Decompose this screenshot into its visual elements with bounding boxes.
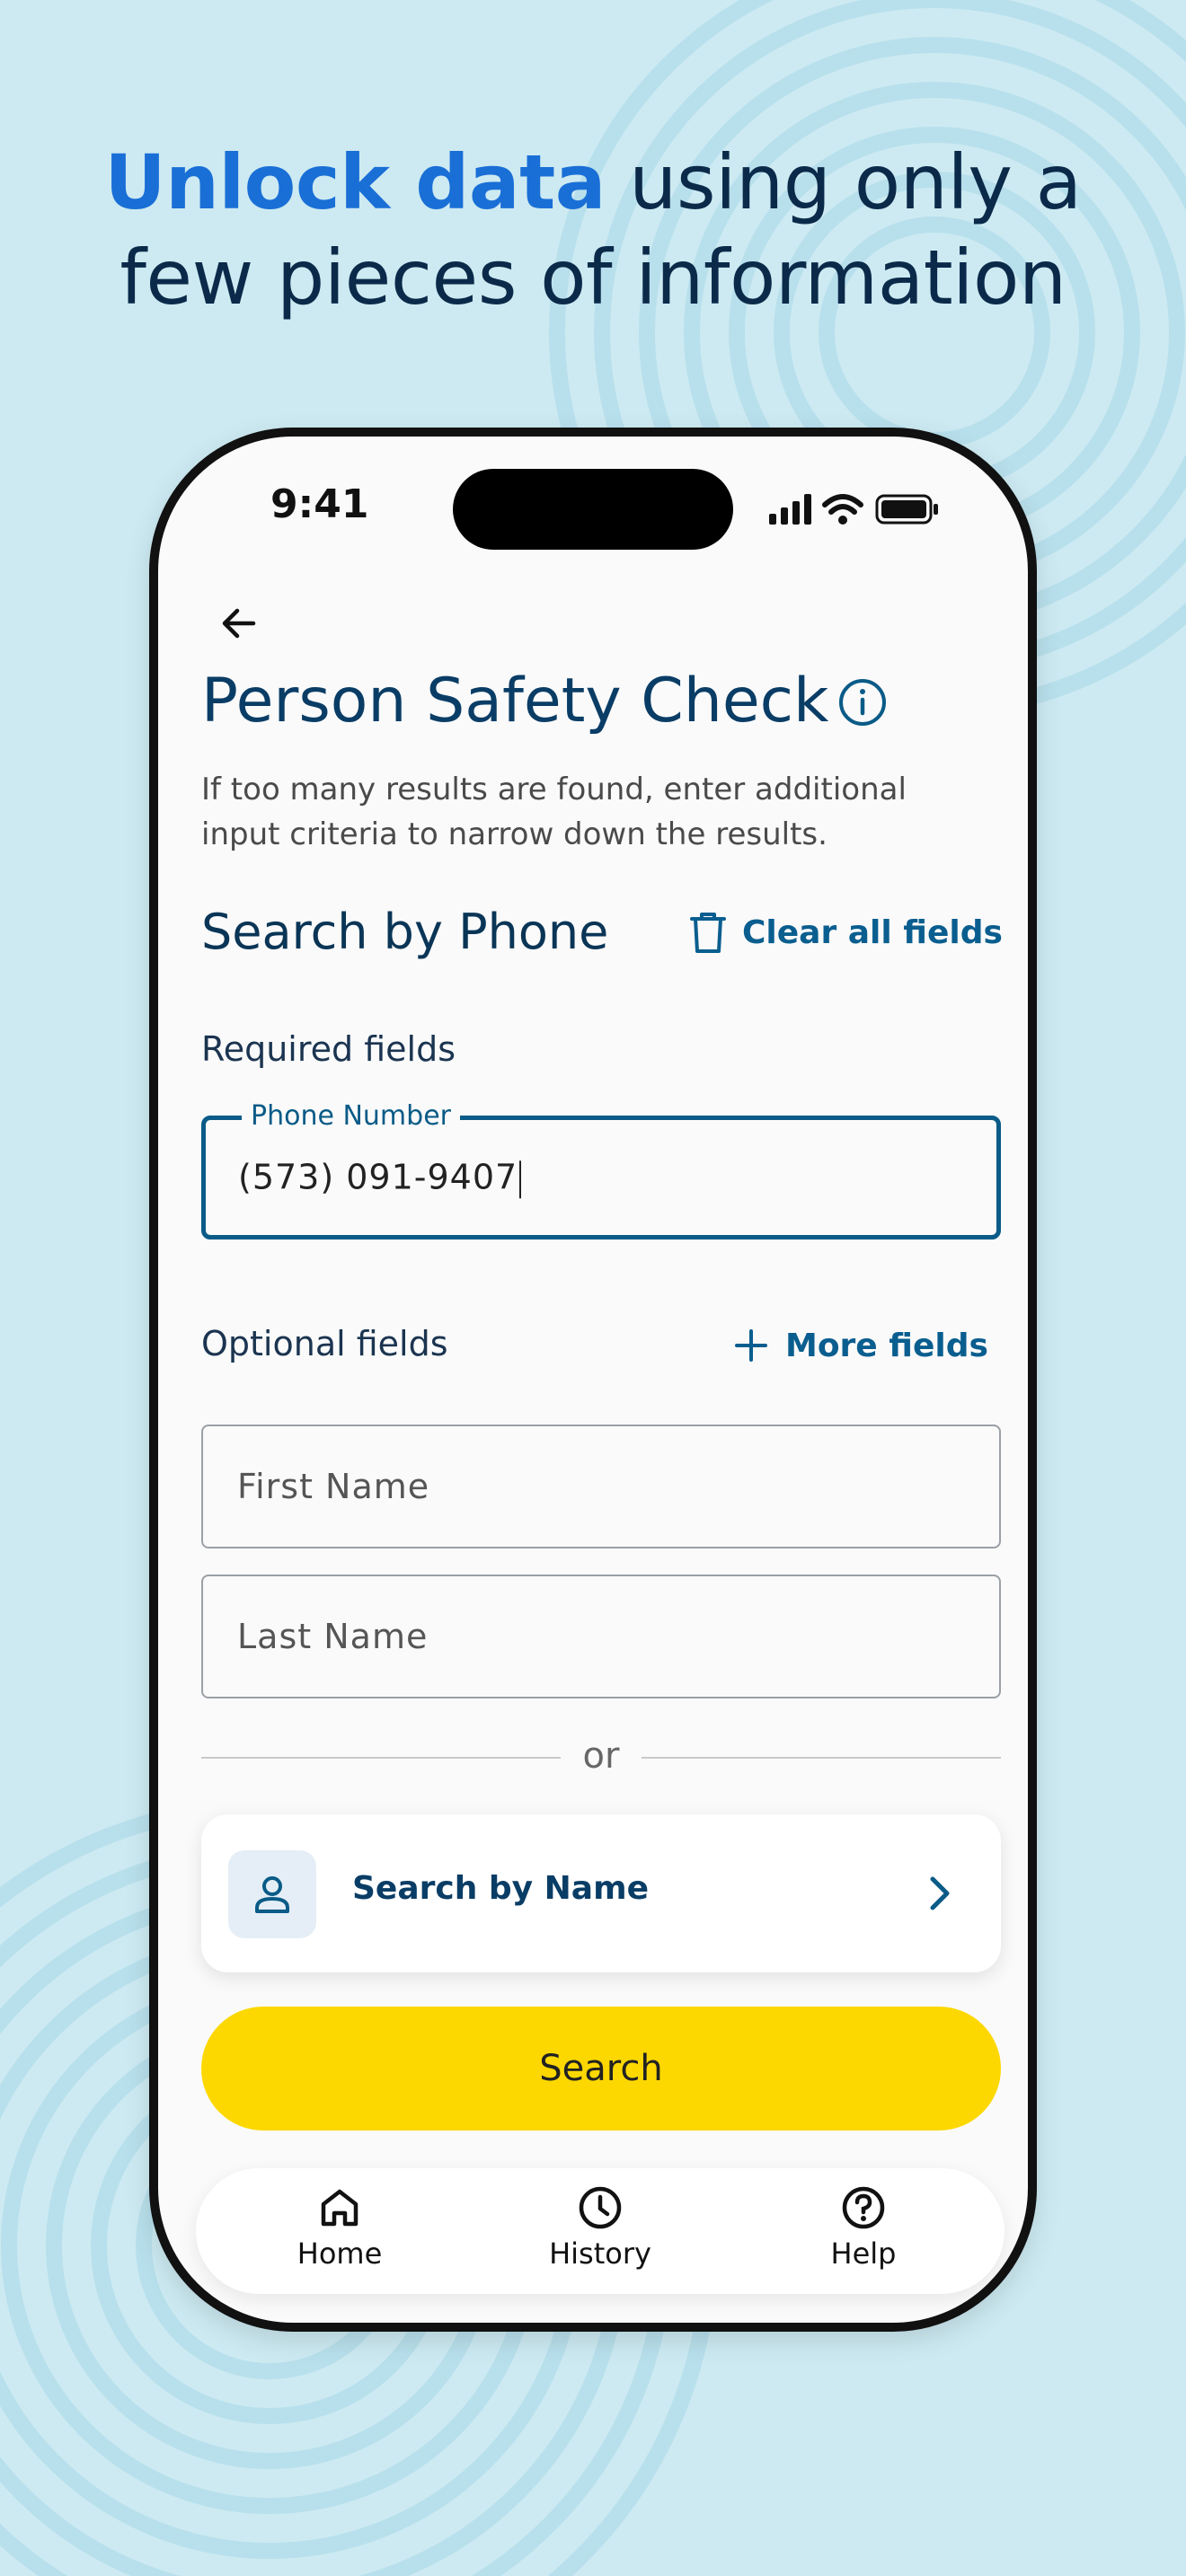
tab-home[interactable]: Home bbox=[250, 2184, 429, 2271]
clear-all-fields-button[interactable]: Clear all fields bbox=[688, 904, 1003, 961]
tab-help-label: Help bbox=[830, 2236, 897, 2271]
more-fields-button[interactable]: More fields bbox=[733, 1317, 988, 1374]
headline-rest: using only a bbox=[629, 138, 1082, 226]
phone-frame: 9:41 Person Safety Check If too many res… bbox=[149, 428, 1037, 2332]
headline: Unlock data using only a few pieces of i… bbox=[0, 135, 1186, 325]
plus-icon bbox=[735, 1329, 767, 1362]
headline-accent: Unlock data bbox=[104, 138, 606, 226]
signal-icon bbox=[769, 494, 811, 525]
status-icons bbox=[769, 494, 938, 525]
search-by-name-card[interactable]: Search by Name bbox=[201, 1814, 1001, 1972]
page-subtitle: If too many results are found, enter add… bbox=[201, 772, 907, 852]
search-button[interactable]: Search bbox=[201, 2007, 1001, 2130]
required-fields-label: Required fields bbox=[201, 1029, 456, 1069]
last-name-placeholder: Last Name bbox=[237, 1617, 429, 1656]
section-title: Search by Phone bbox=[201, 904, 609, 960]
clock-icon bbox=[579, 2186, 622, 2229]
phone-number-value-wrap: (573) 091-9407 bbox=[238, 1157, 522, 1198]
battery-icon bbox=[875, 494, 938, 525]
help-icon bbox=[842, 2186, 885, 2229]
more-fields-label: More fields bbox=[785, 1327, 988, 1364]
first-name-input[interactable]: First Name bbox=[201, 1425, 1001, 1548]
dynamic-island bbox=[453, 469, 733, 550]
page-title: Person Safety Check bbox=[201, 666, 829, 737]
person-icon bbox=[255, 1876, 289, 1913]
headline-line-1: Unlock data using only a bbox=[0, 135, 1186, 230]
bottom-tab-bar: Home History Help bbox=[196, 2168, 1005, 2294]
back-arrow-icon[interactable] bbox=[214, 598, 264, 648]
clear-all-fields-label: Clear all fields bbox=[742, 913, 1003, 951]
tab-help[interactable]: Help bbox=[774, 2184, 953, 2271]
chevron-right-icon bbox=[930, 1876, 950, 1910]
optional-fields-label: Optional fields bbox=[201, 1324, 448, 1363]
trash-icon bbox=[690, 913, 726, 953]
tab-history[interactable]: History bbox=[510, 2184, 690, 2271]
first-name-placeholder: First Name bbox=[237, 1467, 430, 1506]
wifi-icon bbox=[822, 494, 863, 515]
or-divider: or bbox=[201, 1735, 1001, 1777]
person-icon-box bbox=[228, 1850, 316, 1938]
headline-line-2: few pieces of information bbox=[119, 234, 1067, 322]
tab-home-label: Home bbox=[296, 2236, 383, 2271]
divider-line-right bbox=[642, 1757, 1001, 1759]
text-caret bbox=[519, 1160, 522, 1198]
home-icon bbox=[321, 2189, 358, 2227]
phone-number-value: (573) 091-9407 bbox=[238, 1157, 518, 1197]
search-by-name-label: Search by Name bbox=[352, 1870, 650, 1907]
or-text: or bbox=[582, 1735, 620, 1777]
phone-number-label: Phone Number bbox=[242, 1100, 460, 1132]
info-icon[interactable] bbox=[837, 677, 888, 728]
status-time: 9:41 bbox=[270, 481, 369, 527]
last-name-input[interactable]: Last Name bbox=[201, 1575, 1001, 1698]
tab-history-label: History bbox=[549, 2236, 651, 2271]
phone-number-input[interactable]: Phone Number (573) 091-9407 bbox=[201, 1100, 1001, 1239]
